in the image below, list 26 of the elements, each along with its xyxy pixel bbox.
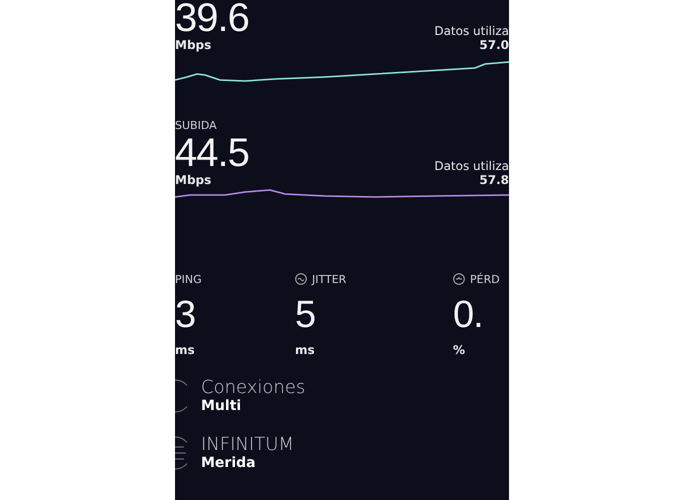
connection-title: INFINITUM [201,434,294,455]
metric-label: PÉRD [470,272,500,286]
data-used-label: Datos utiliza [434,24,509,38]
data-used-label: Datos utiliza [434,159,509,173]
speed-value: 44.5 [175,133,249,173]
connection-title: Conexiones [201,377,306,398]
speed-unit: Mbps [175,173,212,187]
upload-label: SUBIDA [175,119,217,132]
metric-unit: ms [175,343,196,357]
speed-unit: Mbps [175,38,212,52]
metric-value: 5 [295,295,316,335]
metric-value: 3 [175,295,196,335]
data-used-value: 57.8 [478,173,509,187]
metric-unit: % [453,343,466,357]
metric-value: 0. [453,295,484,335]
connection-value: Merida [201,455,257,471]
data-used-value: 57.0 [478,38,509,52]
wave-icon [295,273,307,285]
connection-value: Multi [201,398,242,414]
connections-icon [175,378,187,414]
pulse-icon [453,273,465,285]
speed-value: 39.6 [175,0,249,38]
metric-label: PING [175,272,202,286]
metric-label: JITTER [312,272,346,286]
globe-icon [175,434,187,470]
metric-unit: ms [295,343,316,357]
